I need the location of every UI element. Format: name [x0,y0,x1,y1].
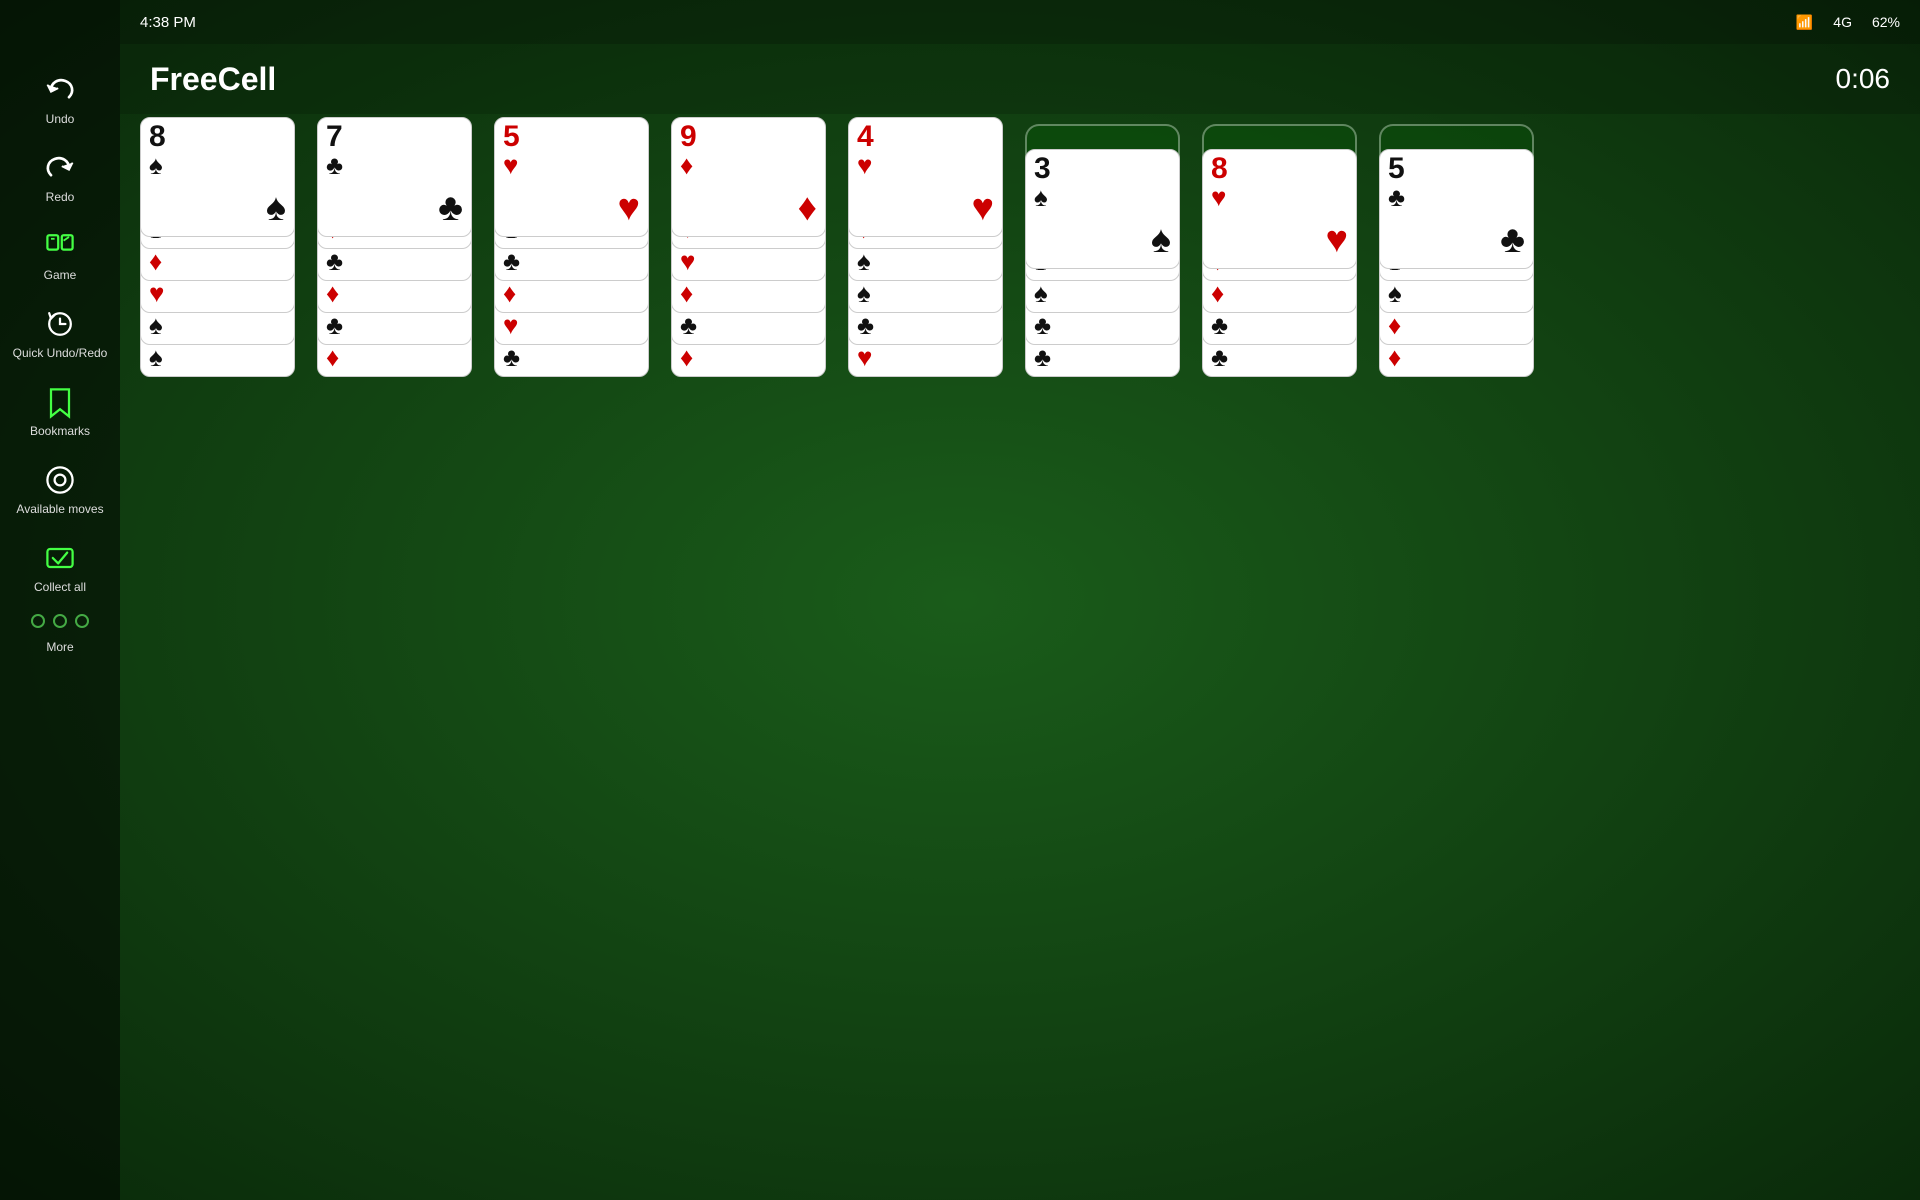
bluetooth-icon: 📶 [1796,14,1813,31]
battery-icon: 62% [1872,14,1900,30]
table-row[interactable]: 4♥♥ [848,117,1003,237]
status-time: 4:38 PM [140,14,1796,31]
table-row[interactable]: 3♠♠ [1025,149,1180,269]
bookmarks-button[interactable]: Bookmarks [0,372,120,450]
undo-button[interactable]: Undo [0,60,120,138]
sidebar: Undo Redo Game Quick Undo/Redo Bookmarks [0,0,120,1200]
more-button[interactable]: More [0,628,120,666]
table-row[interactable]: 9♦♦ [671,117,826,237]
tableau: K♠ 5♠ 3♥ A♦ 6♠ J♥ 8♠♠ 4♦ 3♣ J♦ 10♣ 3♦ 7♦… [140,309,1900,1190]
header: FreeCell 0:06 [120,44,1920,114]
collect-all-button[interactable]: Collect all [0,528,120,606]
status-right: 📶 4G 62% [1796,14,1900,31]
main-area: 4:38 PM 📶 4G 62% FreeCell 0:06 A A A A [120,0,1920,1200]
table-row[interactable]: 8♠♠ [140,117,295,237]
game-timer: 0:06 [1836,63,1891,95]
table-row[interactable]: 5♥♥ [494,117,649,237]
game-button[interactable]: Game [0,216,120,294]
card-area: A A A A K♠ 5♠ 3♥ A♦ 6♠ J♥ 8♠♠ 4♦ 3♣ J♦ 1… [120,114,1920,1200]
table-row[interactable]: 7♣♣ [317,117,472,237]
table-row[interactable]: 8♥♥ [1202,149,1357,269]
game-title: FreeCell [150,61,1836,98]
dots-indicator [31,614,89,628]
signal-icon: 4G [1833,14,1852,30]
table-row[interactable]: 5♣♣ [1379,149,1534,269]
available-moves-button[interactable]: Available moves [0,450,120,528]
redo-button[interactable]: Redo [0,138,120,216]
status-bar: 4:38 PM 📶 4G 62% [120,0,1920,44]
quick-undo-redo-button[interactable]: Quick Undo/Redo [0,294,120,372]
